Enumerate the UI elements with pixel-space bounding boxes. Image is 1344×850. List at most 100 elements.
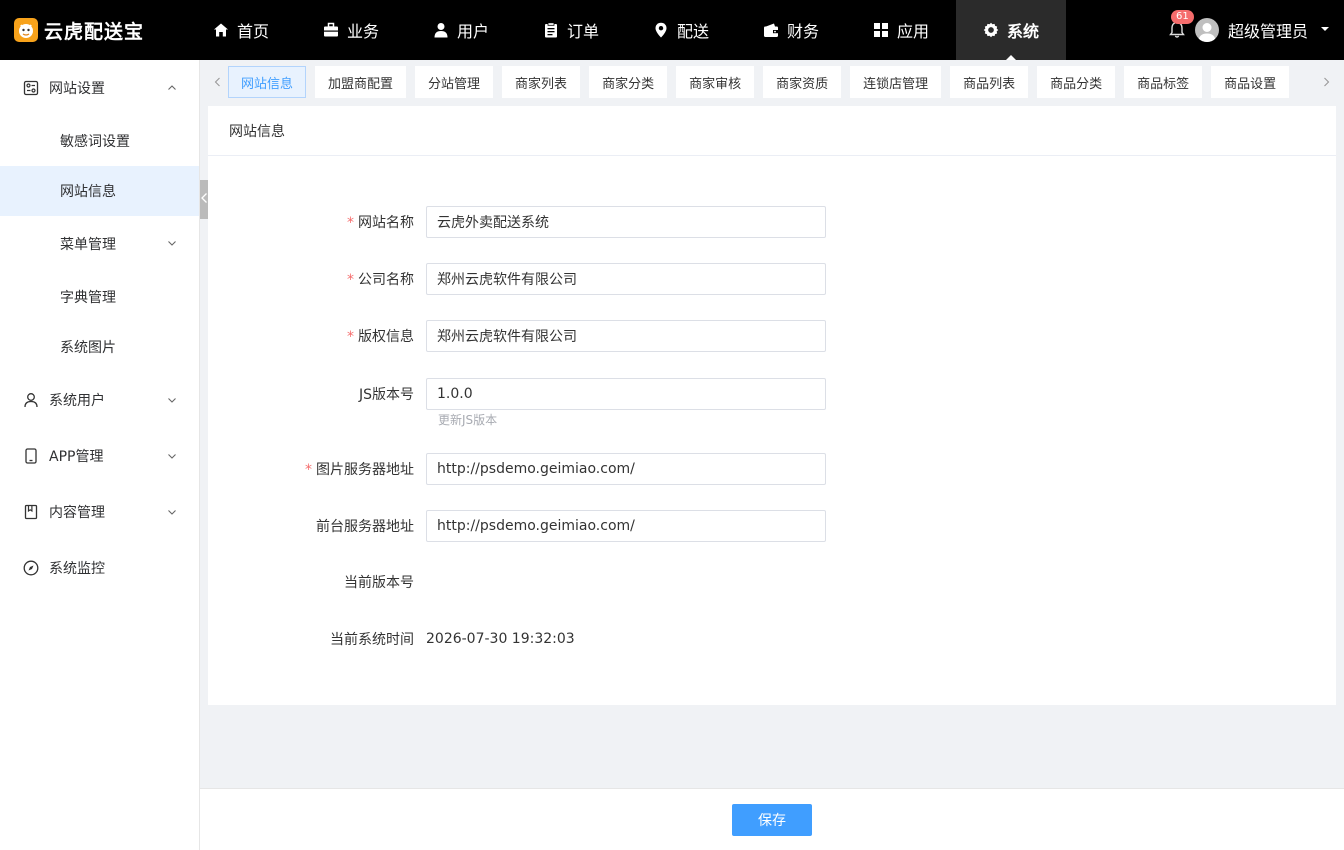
- logo[interactable]: 云虎配送宝: [14, 17, 186, 44]
- tab-product-settings[interactable]: 商品设置: [1211, 66, 1290, 98]
- chevron-left-icon: [214, 75, 222, 91]
- nav-item-delivery[interactable]: 配送: [626, 0, 736, 60]
- sidebar-item-sensitive-words[interactable]: 敏感词设置: [0, 116, 199, 166]
- clipboard-icon: [543, 22, 559, 38]
- company-name-label: * 公司名称: [208, 269, 426, 289]
- nav-label: 用户: [456, 22, 489, 41]
- chevron-down-icon: [167, 236, 177, 252]
- notification-badge: 61: [1170, 10, 1194, 24]
- avatar[interactable]: [1194, 18, 1219, 42]
- tabs-scroll-right[interactable]: [1316, 66, 1336, 100]
- chevron-up-icon: [167, 83, 177, 93]
- page-tabs: 网站信息 加盟商配置 分站管理 商家列表 商家分类 商家审核 商家资质 连锁店管…: [208, 66, 1336, 100]
- sidebar-item-system-images[interactable]: 系统图片: [0, 322, 199, 372]
- sidebar-item-dictionary[interactable]: 字典管理: [0, 272, 199, 322]
- sidebar-item-label: 字典管理: [60, 290, 116, 306]
- tab-product-category[interactable]: 商品分类: [1037, 66, 1116, 98]
- tab-merchant-review[interactable]: 商家审核: [676, 66, 755, 98]
- tab-site-info[interactable]: 网站信息: [228, 66, 307, 98]
- home-icon: [213, 22, 229, 38]
- form-row-js-version: JS版本号: [208, 378, 826, 410]
- required-mark: *: [347, 329, 354, 345]
- sidebar-item-label: 网站信息: [60, 184, 116, 200]
- briefcase-icon: [323, 22, 339, 38]
- caret-down-icon[interactable]: [1320, 22, 1330, 38]
- bookmark-icon: [23, 504, 39, 520]
- js-version-label: JS版本号: [358, 387, 414, 403]
- nav-label: 应用: [896, 22, 929, 41]
- sidebar-group-system-users[interactable]: 系统用户: [0, 372, 199, 428]
- tab-list: 网站信息 加盟商配置 分站管理 商家列表 商家分类 商家审核 商家资质 连锁店管…: [228, 66, 1316, 100]
- notification-bell[interactable]: 61: [1167, 10, 1194, 40]
- form-row-copyright: * 版权信息: [208, 320, 826, 352]
- save-button[interactable]: 保存: [732, 803, 812, 836]
- nav-item-apps[interactable]: 应用: [846, 0, 956, 60]
- tab-merchant-list[interactable]: 商家列表: [502, 66, 581, 98]
- field-label-text: 网站名称: [358, 215, 414, 231]
- system-time-label: 当前系统时间: [330, 632, 414, 648]
- tab-merchant-qualification[interactable]: 商家资质: [763, 66, 842, 98]
- image-server-input[interactable]: [426, 453, 826, 485]
- user-outline-icon: [23, 392, 39, 408]
- wallet-icon: [763, 22, 779, 38]
- tiger-face-icon: [14, 18, 38, 42]
- form-row-site-name: * 网站名称: [208, 206, 826, 238]
- sidebar-group-content-management[interactable]: 内容管理: [0, 484, 199, 540]
- field-label-text: 图片服务器地址: [316, 462, 414, 478]
- chevron-right-icon: [1322, 75, 1330, 91]
- nav-item-orders[interactable]: 订单: [516, 0, 626, 60]
- current-version-label: 当前版本号: [344, 575, 414, 591]
- sidebar-item-label: 系统图片: [60, 340, 116, 356]
- tab-merchant-category[interactable]: 商家分类: [589, 66, 668, 98]
- sidebar-group-label: 内容管理: [49, 505, 105, 521]
- js-version-hint[interactable]: 更新JS版本: [438, 411, 497, 428]
- sidebar: 网站设置 敏感词设置 网站信息 菜单管理 字典管理 系统图片 系统用户 APP管…: [0, 60, 200, 850]
- chevron-down-icon: [167, 507, 177, 517]
- tabs-scroll-left[interactable]: [208, 66, 228, 100]
- chevron-down-icon: [167, 451, 177, 461]
- sidebar-group-label: 系统监控: [49, 561, 105, 577]
- copyright-input[interactable]: [426, 320, 826, 352]
- top-navbar: 云虎配送宝 首页 业务 用户 订单 配送 财务 应用 系统 61 超级管理员: [0, 0, 1344, 60]
- field-label-text: 公司名称: [358, 272, 414, 288]
- nav-item-business[interactable]: 业务: [296, 0, 406, 60]
- nav-item-users[interactable]: 用户: [406, 0, 516, 60]
- front-server-input[interactable]: [426, 510, 826, 542]
- nav-label: 订单: [566, 22, 599, 41]
- nav-item-finance[interactable]: 财务: [736, 0, 846, 60]
- form-row-system-time: 当前系统时间 2026-07-30 19:32:03: [208, 629, 575, 649]
- sidebar-item-menu-management[interactable]: 菜单管理: [0, 216, 199, 272]
- phone-icon: [23, 448, 39, 464]
- user-name[interactable]: 超级管理员: [1228, 18, 1308, 42]
- sidebar-group-label: APP管理: [49, 449, 104, 465]
- system-time-value: 2026-07-30 19:32:03: [426, 631, 575, 647]
- grid-icon: [873, 22, 889, 38]
- nav-label: 首页: [236, 22, 269, 41]
- company-name-input[interactable]: [426, 263, 826, 295]
- site-name-label: * 网站名称: [208, 212, 426, 232]
- nav-item-home[interactable]: 首页: [186, 0, 296, 60]
- sidebar-group-website-settings[interactable]: 网站设置: [0, 60, 199, 116]
- nav-item-system[interactable]: 系统: [956, 0, 1066, 60]
- required-mark: *: [347, 272, 354, 288]
- compass-icon: [23, 560, 39, 576]
- gear-icon: [983, 22, 999, 38]
- tab-product-list[interactable]: 商品列表: [950, 66, 1029, 98]
- site-name-input[interactable]: [426, 206, 826, 238]
- sidebar-item-label: 菜单管理: [60, 237, 116, 253]
- copyright-label: * 版权信息: [208, 326, 426, 346]
- site-info-card: 网站信息 *网站名称 *公司名称 *版权信息 JS版本号 更新JS版本 *图片服…: [208, 106, 1336, 705]
- tab-substation-management[interactable]: 分站管理: [415, 66, 494, 98]
- tab-franchise-config[interactable]: 加盟商配置: [315, 66, 407, 98]
- field-label-text: 版权信息: [358, 329, 414, 345]
- chevron-down-icon: [167, 395, 177, 405]
- required-mark: *: [347, 215, 354, 231]
- sidebar-group-label: 系统用户: [49, 393, 105, 409]
- tab-chain-store-management[interactable]: 连锁店管理: [850, 66, 942, 98]
- map-pin-icon: [653, 22, 669, 38]
- js-version-input[interactable]: [426, 378, 826, 410]
- sidebar-item-site-info[interactable]: 网站信息: [0, 166, 199, 216]
- sidebar-group-system-monitor[interactable]: 系统监控: [0, 540, 199, 596]
- sidebar-group-app-management[interactable]: APP管理: [0, 428, 199, 484]
- tab-product-tags[interactable]: 商品标签: [1124, 66, 1203, 98]
